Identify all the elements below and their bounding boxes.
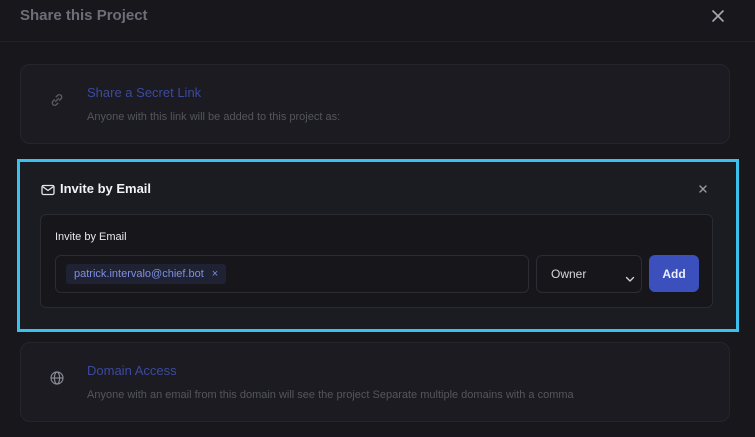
close-icon[interactable] (696, 182, 710, 196)
invite-form: Invite by Email patrick.intervalo@chief.… (40, 214, 713, 308)
globe-icon (49, 370, 65, 386)
remove-email-button[interactable]: × (212, 268, 218, 280)
email-chip: patrick.intervalo@chief.bot × (66, 264, 227, 284)
domain-access-card[interactable]: Domain Access Anyone with an email from … (20, 342, 730, 422)
chevron-down-icon (625, 270, 635, 282)
domain-access-title[interactable]: Domain Access (87, 363, 177, 378)
role-select[interactable]: Owner (536, 255, 642, 293)
header-divider (0, 41, 755, 42)
share-project-modal: Share this Project Share a Secret Link A… (0, 0, 755, 437)
email-chip-address: patrick.intervalo@chief.bot (74, 268, 204, 280)
domain-access-description: Anyone with an email from this domain wi… (87, 389, 574, 401)
share-link-description: Anyone with this link will be added to t… (87, 111, 341, 123)
invite-panel-title: Invite by Email (60, 181, 152, 196)
invite-field-label: Invite by Email (55, 231, 127, 243)
invite-by-email-panel: Invite by Email Invite by Email patrick.… (17, 159, 739, 332)
role-select-value: Owner (551, 267, 587, 281)
share-secret-link-card[interactable]: Share a Secret Link Anyone with this lin… (20, 64, 730, 144)
modal-header: Share this Project (0, 0, 755, 40)
link-icon (49, 92, 65, 108)
modal-title: Share this Project (20, 7, 148, 24)
share-link-title[interactable]: Share a Secret Link (87, 85, 201, 100)
email-input[interactable]: patrick.intervalo@chief.bot × (55, 255, 529, 293)
add-button[interactable]: Add (649, 255, 699, 292)
mail-icon (41, 183, 55, 196)
close-icon[interactable] (708, 6, 728, 26)
